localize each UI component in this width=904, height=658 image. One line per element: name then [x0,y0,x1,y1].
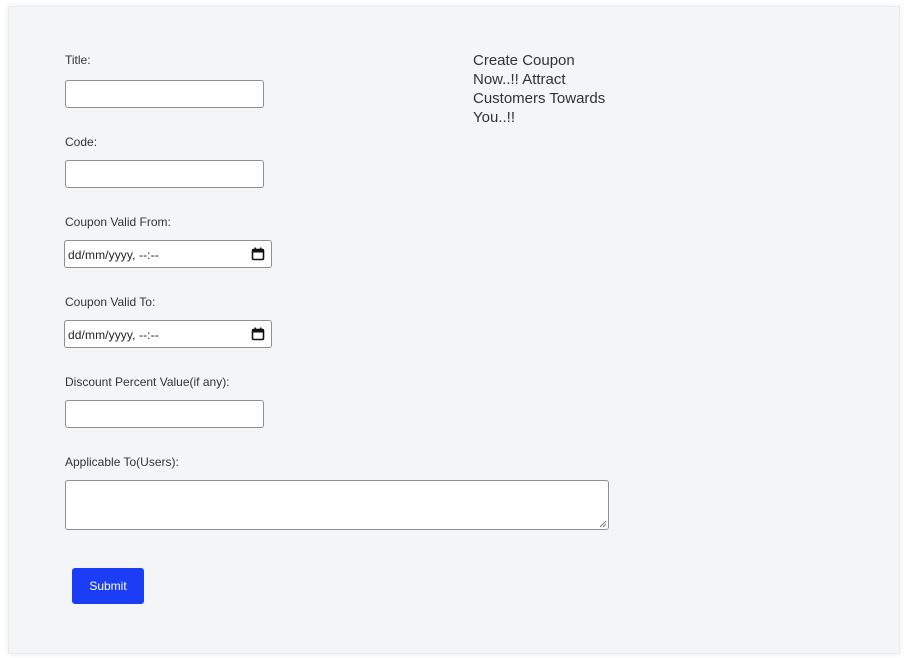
code-label: Code: [65,135,98,149]
discount-label: Discount Percent Value(if any): [65,375,230,389]
valid-from-label: Coupon Valid From: [65,215,171,229]
valid-to-datetime-input[interactable]: dd/mm/yyyy, --:-- [64,320,272,348]
promo-text: Create Coupon Now..!! Attract Customers … [473,51,673,127]
calendar-icon[interactable] [251,247,265,261]
title-input[interactable] [65,80,264,108]
promo-line-4: You..!! [473,109,515,126]
applicable-users-textarea[interactable] [65,480,609,530]
valid-to-label: Coupon Valid To: [65,295,156,309]
applicable-label: Applicable To(Users): [65,455,179,469]
promo-line-3: Customers Towards [473,90,606,107]
coupon-form-card: Title: Code: Coupon Valid From: dd/mm/yy… [8,6,900,654]
valid-from-datetime-input[interactable]: dd/mm/yyyy, --:-- [64,240,272,268]
discount-input[interactable] [65,400,264,428]
promo-line-2: Now..!! Attract [473,71,566,88]
promo-line-1: Create Coupon [473,52,575,69]
valid-to-value: dd/mm/yyyy, --:-- [68,328,159,342]
title-label: Title: [65,53,91,67]
valid-from-value: dd/mm/yyyy, --:-- [68,248,159,262]
submit-button[interactable]: Submit [72,568,144,604]
resize-grip-icon[interactable] [598,519,607,528]
code-input[interactable] [65,160,264,188]
calendar-icon[interactable] [251,327,265,341]
